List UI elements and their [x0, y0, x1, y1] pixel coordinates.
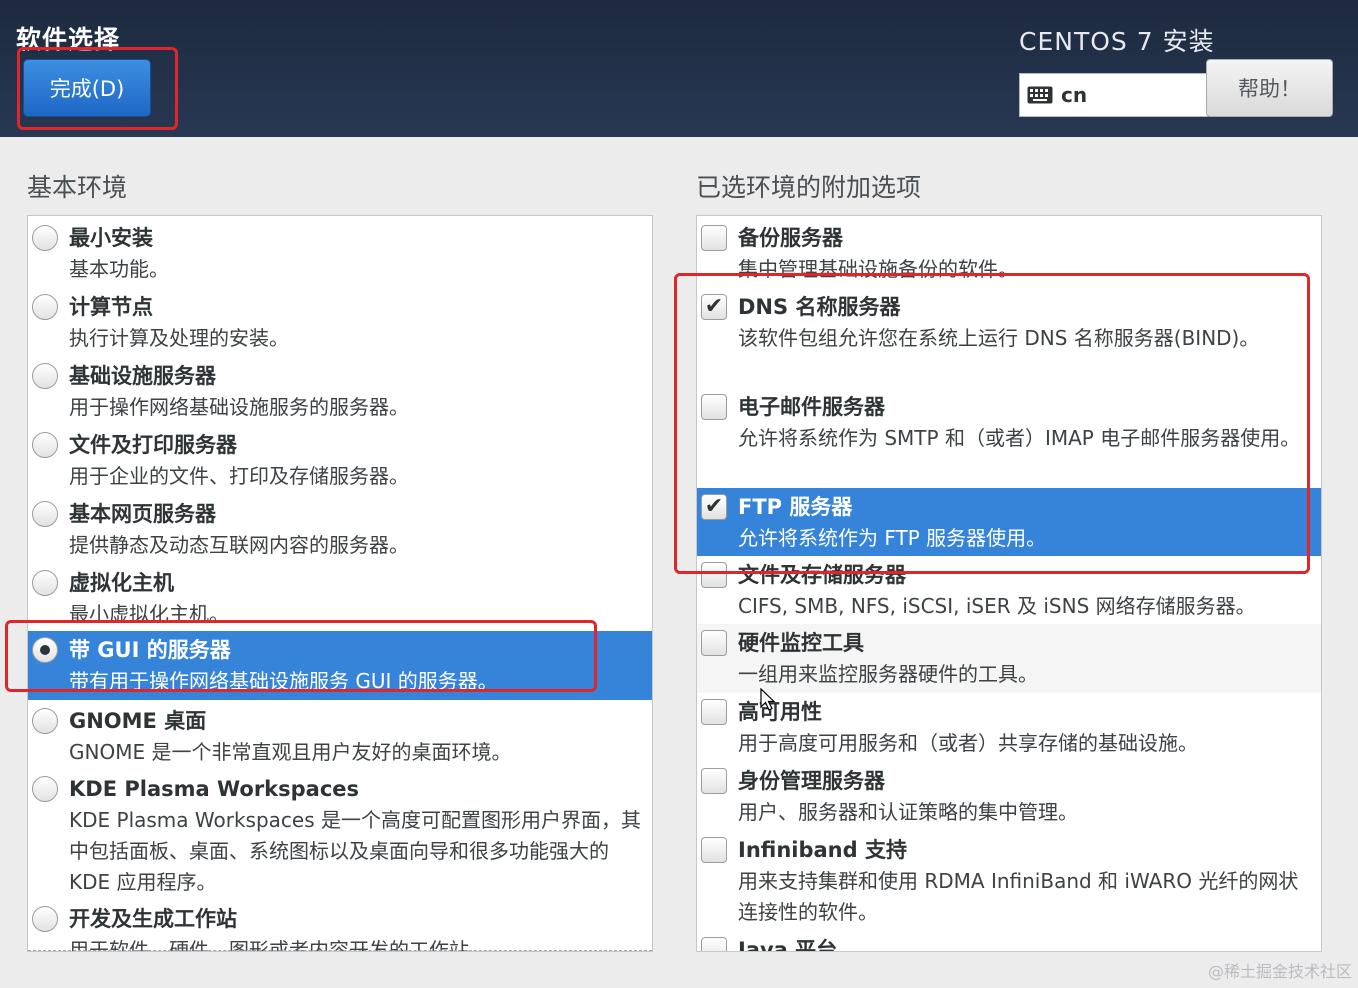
addon-item-hardware-monitoring[interactable]: 硬件监控工具 一组用来监控服务器硬件的工具。: [697, 624, 1321, 693]
addon-desc: 用于高度可用服务和（或者）共享存储的基础设施。: [738, 731, 1198, 755]
radio-button[interactable]: [32, 225, 58, 251]
addon-item-backup-server[interactable]: 备份服务器 集中管理基础设施备份的软件。: [697, 219, 1321, 288]
addon-item-email-server[interactable]: 电子邮件服务器 允许将系统作为 SMTP 和（或者）IMAP 电子邮件服务器使用…: [697, 388, 1321, 488]
env-desc: 基本功能。: [69, 257, 169, 281]
env-name: 虚拟化主机: [69, 571, 174, 595]
radio-button[interactable]: [32, 570, 58, 596]
addon-desc: 该软件包组允许您在系统上运行 DNS 名称服务器(BIND)。: [738, 326, 1260, 350]
addon-item-java-platform[interactable]: Java 平台: [697, 931, 1321, 952]
top-bar: 软件选择 完成(D) CENTOS 7 安装 cn 帮助！: [0, 0, 1358, 137]
env-item-server-with-gui[interactable]: 带 GUI 的服务器 带有用于操作网络基础设施服务 GUI 的服务器。: [28, 631, 652, 700]
env-desc: 用于企业的文件、打印及存储服务器。: [69, 464, 409, 488]
addon-item-identity-management[interactable]: 身份管理服务器 用户、服务器和认证策略的集中管理。: [697, 762, 1321, 831]
addon-item-file-storage-server[interactable]: 文件及存储服务器 CIFS, SMB, NFS, iSCSI, iSER 及 i…: [697, 556, 1321, 624]
env-name: 开发及生成工作站: [69, 907, 237, 931]
checkbox[interactable]: [701, 699, 727, 725]
checkbox-checked[interactable]: ✔: [701, 494, 727, 520]
addons-list[interactable]: 备份服务器 集中管理基础设施备份的软件。 ✔ DNS 名称服务器 该软件包组允许…: [696, 215, 1322, 952]
env-item-virtualization-host[interactable]: 虚拟化主机 最小虚拟化主机。: [28, 564, 652, 631]
mouse-pointer-icon: [760, 688, 776, 711]
done-button[interactable]: 完成(D): [23, 59, 151, 117]
addons-heading: 已选环境的附加选项: [696, 173, 922, 202]
env-name: 带 GUI 的服务器: [69, 638, 231, 662]
checkbox[interactable]: [701, 630, 727, 656]
checkbox[interactable]: [701, 394, 727, 420]
addon-desc: 一组用来监控服务器硬件的工具。: [738, 662, 1038, 686]
env-item-basic-web-server[interactable]: 基本网页服务器 提供静态及动态互联网内容的服务器。: [28, 495, 652, 564]
watermark: @稀土掘金技术社区: [1207, 962, 1352, 981]
addon-item-dns-server[interactable]: ✔ DNS 名称服务器 该软件包组允许您在系统上运行 DNS 名称服务器(BIN…: [697, 288, 1321, 388]
addon-item-high-availability[interactable]: 高可用性 用于高度可用服务和（或者）共享存储的基础设施。: [697, 693, 1321, 762]
checkbox-checked[interactable]: ✔: [701, 294, 727, 320]
env-name: 基础设施服务器: [69, 364, 216, 388]
radio-button[interactable]: [32, 501, 58, 527]
addon-item-infiniband[interactable]: Infiniband 支持 用来支持集群和使用 RDMA InfiniBand …: [697, 831, 1321, 931]
addon-name: Infiniband 支持: [738, 838, 907, 862]
env-item-gnome-desktop[interactable]: GNOME 桌面 GNOME 是一个非常直观且用户友好的桌面环境。: [28, 702, 652, 770]
checkbox[interactable]: [701, 225, 727, 251]
radio-button[interactable]: [32, 708, 58, 734]
env-desc: GNOME 是一个非常直观且用户友好的桌面环境。: [69, 740, 512, 764]
env-name: GNOME 桌面: [69, 709, 207, 733]
addon-desc: 集中管理基础设施备份的软件。: [738, 257, 1018, 281]
env-name: 最小安装: [69, 226, 153, 250]
addon-name: DNS 名称服务器: [738, 295, 901, 319]
help-button[interactable]: 帮助！: [1206, 59, 1333, 117]
env-item-compute-node[interactable]: 计算节点 执行计算及处理的安装。: [28, 288, 652, 357]
addon-name: 身份管理服务器: [738, 769, 885, 793]
env-name: 计算节点: [69, 295, 153, 319]
addon-desc: 用户、服务器和认证策略的集中管理。: [738, 800, 1078, 824]
radio-button[interactable]: [32, 776, 58, 802]
addon-name: Java 平台: [738, 938, 838, 952]
product-title: CENTOS 7 安装: [1019, 27, 1215, 56]
addon-desc: 允许将系统作为 FTP 服务器使用。: [738, 526, 1047, 550]
env-desc: 执行计算及处理的安装。: [69, 326, 289, 350]
env-item-file-print-server[interactable]: 文件及打印服务器 用于企业的文件、打印及存储服务器。: [28, 426, 652, 495]
addon-name: FTP 服务器: [738, 495, 853, 519]
checkbox[interactable]: [701, 562, 727, 588]
keyboard-icon: [1027, 86, 1053, 104]
addon-item-ftp-server[interactable]: ✔ FTP 服务器 允许将系统作为 FTP 服务器使用。: [697, 488, 1321, 556]
addon-desc: 允许将系统作为 SMTP 和（或者）IMAP 电子邮件服务器使用。: [738, 426, 1301, 450]
addon-name: 电子邮件服务器: [738, 395, 885, 419]
env-name: KDE Plasma Workspaces: [69, 777, 360, 801]
env-name: 基本网页服务器: [69, 502, 216, 526]
page-title: 软件选择: [16, 25, 121, 54]
env-item-minimal[interactable]: 最小安装 基本功能。: [28, 219, 652, 288]
addon-name: 硬件监控工具: [738, 631, 864, 655]
addon-name: 高可用性: [738, 700, 822, 724]
addon-desc: 用来支持集群和使用 RDMA InfiniBand 和 iWARO 光纤的网状连…: [738, 869, 1299, 924]
radio-button-selected[interactable]: [32, 637, 58, 663]
radio-button[interactable]: [32, 432, 58, 458]
env-desc: 提供静态及动态互联网内容的服务器。: [69, 533, 409, 557]
addon-name: 备份服务器: [738, 226, 843, 250]
base-environment-list[interactable]: 最小安装 基本功能。 计算节点 执行计算及处理的安装。 基础设施服务器 用于操作…: [27, 215, 653, 952]
addon-name: 文件及存储服务器: [738, 563, 906, 587]
radio-button[interactable]: [32, 906, 58, 932]
env-desc: 最小虚拟化主机。: [69, 602, 229, 626]
checkbox[interactable]: [701, 937, 727, 951]
keyboard-layout-indicator[interactable]: cn: [1019, 73, 1208, 117]
env-item-infrastructure-server[interactable]: 基础设施服务器 用于操作网络基础设施服务的服务器。: [28, 357, 652, 426]
env-desc: 带有用于操作网络基础设施服务 GUI 的服务器。: [69, 669, 498, 693]
scroll-fade-divider: [28, 950, 652, 951]
base-environment-heading: 基本环境: [27, 173, 128, 202]
env-item-dev-workstation[interactable]: 开发及生成工作站 用于软件、硬件、图形或者内容开发的工作站。: [28, 900, 652, 951]
env-item-kde-plasma[interactable]: KDE Plasma Workspaces KDE Plasma Workspa…: [28, 770, 652, 900]
radio-button[interactable]: [32, 363, 58, 389]
addon-desc: CIFS, SMB, NFS, iSCSI, iSER 及 iSNS 网络存储服…: [738, 594, 1256, 618]
env-desc: KDE Plasma Workspaces 是一个高度可配置图形用户界面，其中包…: [69, 808, 641, 894]
env-desc: 用于操作网络基础设施服务的服务器。: [69, 395, 409, 419]
keyboard-layout-label: cn: [1061, 83, 1088, 107]
checkbox[interactable]: [701, 837, 727, 863]
env-name: 文件及打印服务器: [69, 433, 237, 457]
radio-button[interactable]: [32, 294, 58, 320]
checkbox[interactable]: [701, 768, 727, 794]
